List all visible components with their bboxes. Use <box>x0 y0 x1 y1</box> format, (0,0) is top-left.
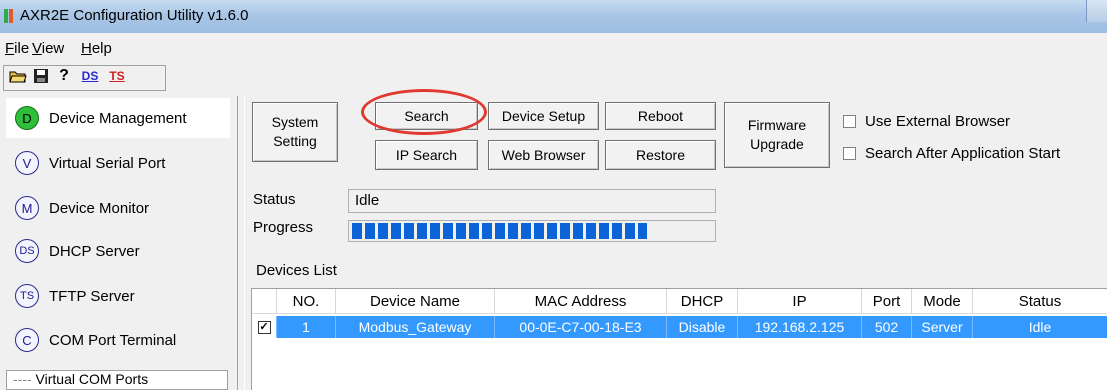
device-management-icon: D <box>15 106 39 130</box>
progress-fill <box>352 223 647 239</box>
progress-bar <box>348 220 716 242</box>
dhcp-server-icon: DS <box>15 239 39 263</box>
table-row[interactable]: ✓ 1 Modbus_Gateway 00-0E-C7-00-18-E3 Dis… <box>252 316 1107 338</box>
save-disk-icon[interactable] <box>31 67 51 85</box>
checkbox-label: Use External Browser <box>865 113 1011 130</box>
button-label-line2: Setting <box>273 133 317 149</box>
sidebar-item-label: Device Monitor <box>49 199 150 217</box>
menu-file[interactable]: File <box>5 40 29 57</box>
button-label-line2: Upgrade <box>750 136 804 152</box>
devices-list[interactable]: NO. Device Name MAC Address DHCP IP Port… <box>251 288 1107 390</box>
column-header-mode[interactable]: Mode <box>912 289 973 314</box>
status-label: Status <box>253 191 296 208</box>
toolbar: ? DS TS <box>0 63 1107 91</box>
reboot-button[interactable]: Reboot <box>605 102 716 130</box>
title-bar: AXR2E Configuration Utility v1.6.0 <box>0 0 1107 33</box>
tree-connector: ---- <box>13 371 36 387</box>
window-title: AXR2E Configuration Utility v1.6.0 <box>20 7 249 24</box>
column-header-status[interactable]: Status <box>973 289 1107 314</box>
column-header-dhcp[interactable]: DHCP <box>667 289 738 314</box>
sidebar-item-label: TFTP Server <box>49 287 135 305</box>
sidebar: D Device Management V Virtual Serial Por… <box>0 96 236 390</box>
sidebar-item-device-management[interactable]: D Device Management <box>6 98 230 138</box>
sidebar-item-label: DHCP Server <box>49 242 140 260</box>
virtual-serial-port-icon: V <box>15 151 39 175</box>
cell-mac-address: 00-0E-C7-00-18-E3 <box>495 316 667 338</box>
checkbox-box <box>843 147 856 160</box>
sidebar-item-tftp-server[interactable]: TS TFTP Server <box>6 276 230 316</box>
sidebar-item-label: Device Management <box>49 109 187 127</box>
restore-button[interactable]: Restore <box>605 140 716 170</box>
button-label-line1: Firmware <box>747 117 807 133</box>
minimize-button[interactable] <box>1086 0 1107 22</box>
system-setting-button[interactable]: System Setting <box>252 102 338 162</box>
web-browser-button[interactable]: Web Browser <box>488 140 599 170</box>
status-value: Idle <box>355 192 380 209</box>
menu-bar: File View Help <box>0 36 1107 60</box>
progress-label: Progress <box>253 219 314 236</box>
highlight-oval <box>361 89 487 135</box>
splitter[interactable] <box>237 96 245 390</box>
sidebar-item-virtual-serial-port[interactable]: V Virtual Serial Port <box>6 143 230 183</box>
column-header-mac-address[interactable]: MAC Address <box>495 289 667 314</box>
button-label-line1: System <box>271 114 319 130</box>
firmware-upgrade-button[interactable]: Firmware Upgrade <box>724 102 830 168</box>
checkbox-label: Search After Application Start <box>865 145 1061 162</box>
menu-help[interactable]: Help <box>81 40 112 57</box>
row-checkbox[interactable]: ✓ <box>257 320 271 334</box>
device-setup-button[interactable]: Device Setup <box>488 102 599 130</box>
device-monitor-icon: M <box>15 196 39 220</box>
menu-view[interactable]: View <box>32 40 64 57</box>
column-header-device-name[interactable]: Device Name <box>336 289 495 314</box>
checkbox-box <box>843 115 856 128</box>
devices-list-header: NO. Device Name MAC Address DHCP IP Port… <box>252 289 1107 314</box>
devices-list-title: Devices List <box>256 262 337 279</box>
cell-device-name: Modbus_Gateway <box>336 316 495 338</box>
column-header-ip[interactable]: IP <box>738 289 862 314</box>
use-external-browser-checkbox[interactable]: Use External Browser <box>843 113 1010 130</box>
ip-search-button[interactable]: IP Search <box>375 140 478 170</box>
cell-no: 1 <box>277 316 336 338</box>
help-icon[interactable]: ? <box>55 67 73 85</box>
sidebar-item-device-monitor[interactable]: M Device Monitor <box>6 188 230 228</box>
cell-status: Idle <box>973 316 1107 338</box>
sidebar-item-com-port-terminal[interactable]: C COM Port Terminal <box>6 320 230 360</box>
sidebar-item-label: Virtual Serial Port <box>49 154 166 172</box>
sidebar-item-label: COM Port Terminal <box>49 331 177 349</box>
cell-dhcp: Disable <box>667 316 738 338</box>
tftp-server-icon: TS <box>15 284 39 308</box>
open-folder-icon[interactable] <box>8 67 28 85</box>
status-field: Idle <box>348 189 716 213</box>
column-header-no[interactable]: NO. <box>277 289 336 314</box>
row-checkbox-cell[interactable]: ✓ <box>252 316 277 338</box>
tree-item-label: Virtual COM Ports <box>35 371 149 387</box>
dhcp-server-icon[interactable]: DS <box>78 67 102 85</box>
tree-item-virtual-com-ports[interactable]: ---- Virtual COM Ports <box>6 370 228 390</box>
tftp-server-icon[interactable]: TS <box>105 67 129 85</box>
cell-port: 502 <box>862 316 912 338</box>
column-header-port[interactable]: Port <box>862 289 912 314</box>
search-after-start-checkbox[interactable]: Search After Application Start <box>843 145 1060 162</box>
app-icon <box>4 9 13 23</box>
cell-ip: 192.168.2.125 <box>738 316 862 338</box>
column-header-select <box>252 289 277 314</box>
cell-mode: Server <box>912 316 973 338</box>
sidebar-item-dhcp-server[interactable]: DS DHCP Server <box>6 231 230 271</box>
com-port-terminal-icon: C <box>15 328 39 352</box>
